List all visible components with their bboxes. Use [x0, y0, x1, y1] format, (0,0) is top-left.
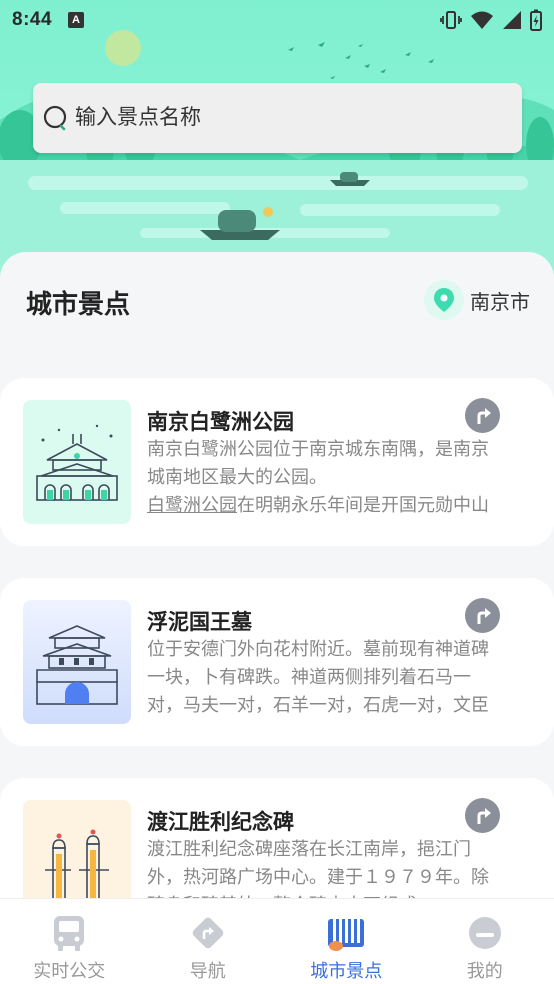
city-name: 南京市 — [470, 291, 530, 314]
search-icon — [41, 103, 71, 133]
directions-button[interactable] — [465, 798, 500, 833]
pavilion-gate-image — [23, 400, 131, 524]
search-input[interactable] — [75, 106, 495, 130]
tab-label: 导航 — [189, 961, 226, 981]
signal-icon — [503, 11, 521, 29]
description-line: 南京白鹭洲公园位于南京城东南隅，是南京 — [147, 439, 489, 459]
attraction-title: 南京白鹭洲公园 — [147, 411, 294, 434]
tab-navigation[interactable]: 导航 — [139, 899, 278, 984]
profile-icon — [465, 913, 505, 953]
description-line: 一块，卜有碑跌。神道两侧排列着石马一 — [147, 667, 471, 687]
directions-button[interactable] — [465, 398, 500, 433]
description-line: 白鹭洲公园在明朝永乐年间是开国元勋中山 — [147, 491, 499, 519]
tab-label: 实时公交 — [33, 961, 106, 981]
description-line: 外，热河路广场中心。建于１９７９年。除 — [147, 867, 489, 887]
status-bar: 8:44 A — [0, 0, 554, 40]
search-bar[interactable] — [33, 83, 522, 153]
city-tower-image — [23, 600, 131, 724]
turn-right-arrow-icon — [477, 807, 491, 824]
navigation-icon — [188, 913, 228, 953]
wifi-icon — [471, 11, 493, 29]
section-title: 城市景点 — [26, 289, 131, 319]
attraction-card[interactable]: 南京白鹭洲公园 南京白鹭洲公园位于南京城东南隅，是南京 城南地区最大的公园。 白… — [0, 378, 554, 546]
turn-right-arrow-icon — [477, 407, 491, 424]
city-selector[interactable]: 南京市 — [424, 280, 530, 320]
tab-label: 我的 — [466, 961, 503, 981]
attraction-link[interactable]: 白鹭洲公园 — [147, 495, 237, 515]
city-attractions-icon — [326, 913, 366, 953]
status-icons — [440, 9, 542, 31]
turn-right-arrow-icon — [477, 607, 491, 624]
tab-label: 城市景点 — [310, 961, 383, 981]
attraction-title: 渡江胜利纪念碑 — [147, 811, 294, 834]
attraction-card[interactable]: 浮泥国王墓 位于安德门外向花村附近。墓前现有神道碑 一块，卜有碑跌。神道两侧排列… — [0, 578, 554, 746]
bottom-tab-bar: 实时公交 导航 城市景点 我的 — [0, 898, 554, 984]
bus-icon — [49, 913, 89, 953]
status-time: 8:44 — [12, 9, 53, 30]
a-icon: A — [68, 12, 85, 28]
location-pin-icon — [424, 280, 464, 320]
description-text: 在明朝永乐年间是开国元勋中山 — [237, 495, 489, 515]
tab-profile[interactable]: 我的 — [416, 899, 554, 984]
vibrate-icon — [440, 11, 462, 29]
description-line: 位于安德门外向花村附近。墓前现有神道碑 — [147, 639, 489, 659]
attraction-description: 位于安德门外向花村附近。墓前现有神道碑 一块，卜有碑跌。神道两侧排列着石马一 对… — [147, 635, 499, 721]
tab-realtime-bus[interactable]: 实时公交 — [0, 899, 139, 984]
description-line: 对，马夫一对，石羊一对，石虎一对，文臣 — [147, 695, 489, 715]
attractions-panel: 城市景点 南京市 南京白鹭洲公园 南京白鹭洲公园位于南京城东南隅，是南京 城南地… — [0, 252, 554, 984]
battery-charging-icon — [530, 9, 542, 31]
tab-city-attractions[interactable]: 城市景点 — [277, 899, 416, 984]
directions-button[interactable] — [465, 598, 500, 633]
attraction-title: 浮泥国王墓 — [147, 611, 252, 634]
description-line: 渡江胜利纪念碑座落在长江南岸，挹江门 — [147, 839, 471, 859]
attraction-description: 南京白鹭洲公园位于南京城东南隅，是南京 城南地区最大的公园。 白鹭洲公园在明朝永… — [147, 435, 499, 521]
description-line: 城南地区最大的公园。 — [147, 467, 327, 487]
